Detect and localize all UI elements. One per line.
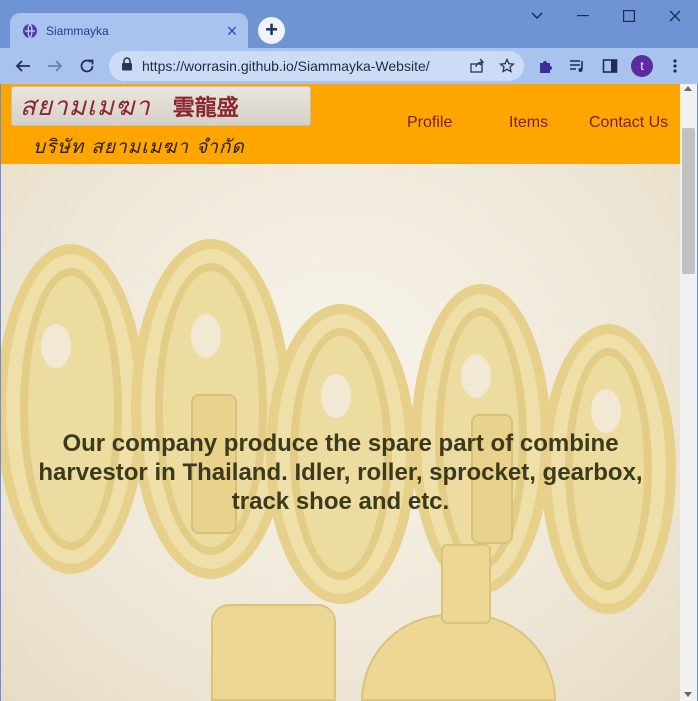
logo-chinese-text: 雲龍盛 bbox=[172, 95, 239, 121]
hero-section: Our company produce the spare part of co… bbox=[1, 164, 680, 701]
company-logo[interactable]: สยามเมฆา 雲龍盛 bbox=[11, 86, 311, 126]
page-scrollbar[interactable] bbox=[680, 84, 697, 701]
minimize-icon[interactable] bbox=[560, 0, 606, 32]
browser-titlebar: Siammayka × + bbox=[0, 0, 698, 48]
share-icon[interactable] bbox=[464, 53, 490, 79]
scrollbar-thumb[interactable] bbox=[682, 128, 695, 274]
page-viewport: สยามเมฆา 雲龍盛 บริษัท สยามเมฆา จำกัด Profi… bbox=[1, 84, 680, 701]
nav-link-items[interactable]: Items bbox=[509, 114, 548, 132]
address-bar[interactable]: https://worrasin.github.io/Siammayka-Web… bbox=[109, 51, 524, 81]
site-header: สยามเมฆา 雲龍盛 บริษัท สยามเมฆา จำกัด Profi… bbox=[1, 84, 680, 164]
browser-toolbar: https://worrasin.github.io/Siammayka-Web… bbox=[0, 48, 698, 84]
bookmark-star-icon[interactable] bbox=[494, 53, 520, 79]
extensions-puzzle-icon[interactable] bbox=[533, 53, 559, 79]
profile-avatar[interactable]: t bbox=[629, 53, 655, 79]
nav-link-contact-us[interactable]: Contact Us bbox=[589, 114, 668, 132]
media-queue-icon[interactable] bbox=[565, 53, 591, 79]
scroll-up-arrow-icon[interactable] bbox=[684, 86, 692, 91]
browser-tab[interactable]: Siammayka × bbox=[10, 13, 248, 48]
back-arrow-icon[interactable] bbox=[9, 52, 37, 80]
globe-icon bbox=[22, 23, 38, 39]
new-tab-button[interactable]: + bbox=[258, 17, 285, 44]
reload-icon[interactable] bbox=[73, 52, 101, 80]
lock-icon[interactable] bbox=[121, 56, 133, 76]
tab-search-icon[interactable] bbox=[514, 0, 560, 32]
nav-link-profile[interactable]: Profile bbox=[407, 114, 452, 132]
scroll-down-arrow-icon[interactable] bbox=[684, 692, 692, 697]
close-window-icon[interactable] bbox=[652, 0, 698, 32]
menu-kebab-icon[interactable] bbox=[662, 53, 688, 79]
forward-arrow-icon[interactable] bbox=[41, 52, 69, 80]
logo-thai-text: สยามเมฆา bbox=[20, 91, 151, 122]
url-text[interactable]: https://worrasin.github.io/Siammayka-Web… bbox=[142, 58, 464, 74]
company-name-thai: บริษัท สยามเมฆา จำกัด bbox=[33, 136, 245, 158]
maximize-icon[interactable] bbox=[606, 0, 652, 32]
side-panel-icon[interactable] bbox=[597, 53, 623, 79]
tab-title: Siammayka bbox=[46, 23, 109, 38]
profile-initial: t bbox=[631, 55, 653, 77]
hero-description: Our company produce the spare part of co… bbox=[38, 430, 643, 515]
tab-close-icon[interactable]: × bbox=[222, 21, 242, 41]
